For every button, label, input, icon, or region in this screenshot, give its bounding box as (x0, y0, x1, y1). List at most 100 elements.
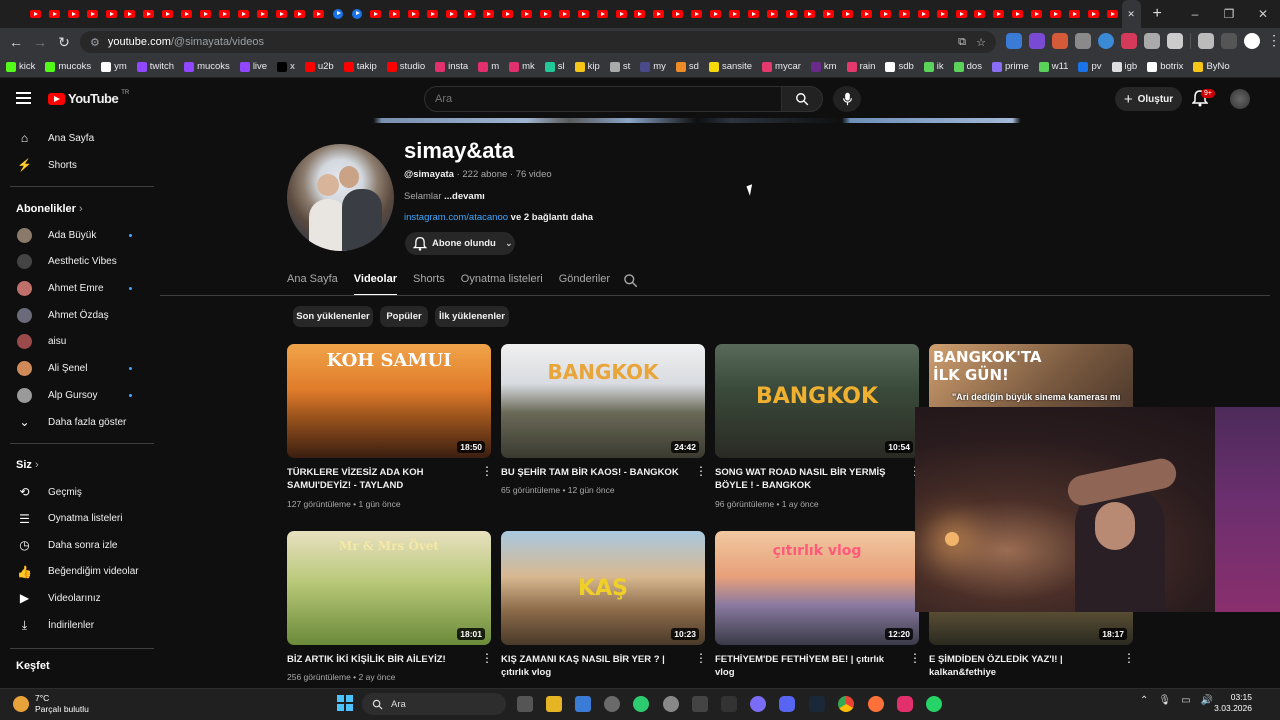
sidebar-item-subscription[interactable]: Aesthetic Vibes (0, 250, 156, 274)
bookmark-item[interactable]: ByNo (1193, 61, 1230, 72)
sort-chip[interactable]: İlk yüklenenler (435, 306, 509, 327)
video-menu-icon[interactable]: ⋮ (909, 652, 921, 664)
sidebar-item-subscription[interactable]: Ahmet Özdaş (0, 303, 156, 327)
minimize-button[interactable]: – (1178, 0, 1212, 28)
bookmark-item[interactable]: mk (509, 61, 535, 72)
sidebar-item-subscription[interactable]: Ada Büyük (0, 223, 156, 247)
browser-tab[interactable] (347, 0, 366, 28)
browser-tab[interactable] (782, 0, 801, 28)
extension-icon[interactable] (1098, 33, 1114, 49)
app-icon[interactable] (663, 696, 679, 712)
bookmark-item[interactable]: w11 (1038, 61, 1068, 72)
bookmark-item[interactable]: studio (386, 61, 425, 72)
close-tab-icon[interactable]: ✕ (1127, 9, 1135, 20)
browser-tab[interactable] (234, 0, 253, 28)
browser-tab[interactable] (1046, 0, 1065, 28)
bookmark-item[interactable]: ym (101, 61, 127, 72)
browser-tab[interactable] (857, 0, 876, 28)
site-info-icon[interactable]: ⚙ (90, 36, 100, 49)
channel-tab[interactable]: Ana Sayfa (287, 268, 338, 296)
sidebar-item-subscription[interactable]: aisu (0, 330, 156, 354)
bookmark-item[interactable]: live (239, 61, 267, 72)
bookmark-item[interactable]: mucoks (45, 61, 91, 72)
video-menu-icon[interactable]: ⋮ (1123, 652, 1135, 664)
bookmark-item[interactable]: prime (991, 61, 1029, 72)
store-icon[interactable] (575, 696, 591, 712)
browser-tab[interactable] (612, 0, 631, 28)
video-title[interactable]: TÜRKLERE VİZESİZ ADA KOH SAMUI'DEYİZ! - … (287, 466, 472, 492)
browser-tab[interactable] (989, 0, 1008, 28)
file-explorer-icon[interactable] (546, 696, 562, 712)
channel-tab[interactable]: Videolar (353, 268, 398, 296)
bookmark-item[interactable]: rain (846, 61, 875, 72)
browser-tab[interactable] (45, 0, 64, 28)
bookmark-item[interactable]: twitch (136, 61, 174, 72)
video-card[interactable]: BANGKOK 10:54 SONG WAT ROAD NASIL BİR YERM… (715, 344, 921, 509)
extension-icon[interactable] (1052, 33, 1068, 49)
firefox-icon[interactable] (868, 696, 884, 712)
video-title[interactable]: E ŞİMDİDEN ÖZLEDİK YAZ'I! | kalkan&fethi… (929, 653, 1114, 679)
browser-tab[interactable] (196, 0, 215, 28)
sidebar-item-home[interactable]: ⌂ Ana Sayfa (0, 126, 156, 150)
bookmark-item[interactable]: km (810, 61, 837, 72)
bookmark-item[interactable]: sl (544, 61, 565, 72)
sidebar-item-you[interactable]: ☰ Oynatma listeleri (0, 507, 156, 531)
channel-tab[interactable]: Gönderiler (559, 268, 610, 296)
weather-widget[interactable]: 7°C Parçalı bulutlu (13, 693, 89, 715)
bookmark-item[interactable]: kip (574, 61, 600, 72)
bookmark-item[interactable]: sansite (708, 61, 752, 72)
browser-tab[interactable] (555, 0, 574, 28)
search-input[interactable] (435, 93, 781, 105)
chevron-up-icon[interactable]: ⌃ (1140, 695, 1148, 706)
bookmark-item[interactable]: x (277, 61, 295, 72)
browser-tab[interactable] (102, 0, 121, 28)
sidebar-item-subscription[interactable]: Ali Şenel (0, 357, 156, 381)
browser-tab[interactable] (272, 0, 291, 28)
account-avatar[interactable] (1230, 89, 1250, 109)
video-menu-icon[interactable]: ⋮ (695, 465, 707, 477)
show-more-button[interactable]: ⌄ Daha fazla göster (0, 410, 156, 434)
new-tab-button[interactable]: + (1153, 5, 1162, 23)
browser-tab[interactable] (366, 0, 385, 28)
browser-tab[interactable] (838, 0, 857, 28)
create-button[interactable]: + Oluştur (1115, 87, 1182, 111)
extension-icon[interactable] (1144, 33, 1160, 49)
browser-tab[interactable] (668, 0, 687, 28)
browser-tab[interactable] (649, 0, 668, 28)
sidebar-item-you[interactable]: ◷ Daha sonra izle (0, 533, 156, 557)
discord-icon[interactable] (779, 696, 795, 712)
browser-tab[interactable] (442, 0, 461, 28)
guide-menu-icon[interactable] (16, 92, 31, 104)
instagram-icon[interactable] (897, 696, 913, 712)
sidebar-toggle-icon[interactable] (1221, 33, 1237, 49)
youtube-logo[interactable]: YouTube TR (48, 90, 129, 106)
url-field[interactable]: ⚙ youtube.com/@simayata/videos ⧉ ☆ (80, 31, 996, 53)
browser-tab[interactable] (706, 0, 725, 28)
sidebar-item-subscription[interactable]: Alp Gursoy (0, 383, 156, 407)
sidebar-item-subscription[interactable]: Ahmet Emre (0, 276, 156, 300)
browser-tab[interactable] (895, 0, 914, 28)
video-thumbnail[interactable]: KAŞ 10:23 (501, 531, 705, 645)
whatsapp-icon[interactable] (926, 696, 942, 712)
windows-start-button[interactable] (337, 695, 353, 711)
browser-tab[interactable] (1065, 0, 1084, 28)
browser-tab[interactable] (536, 0, 555, 28)
browser-tab[interactable] (744, 0, 763, 28)
video-card[interactable]: Mr & Mrs Övet 18:01 BİZ ARTIK İKİ KİŞİLİK … (287, 531, 493, 682)
bookmark-item[interactable]: igb (1111, 61, 1137, 72)
bookmark-item[interactable]: sd (675, 61, 699, 72)
bookmark-item[interactable]: insta (435, 61, 468, 72)
browser-tab[interactable] (933, 0, 952, 28)
chrome-menu-icon[interactable]: ⋮ (1267, 33, 1280, 49)
sidebar-item-you[interactable]: ⟲ Geçmiş (0, 480, 156, 504)
reload-button[interactable]: ↻ (52, 34, 76, 51)
extensions-puzzle-icon[interactable] (1167, 33, 1183, 49)
back-button[interactable]: ← (4, 34, 28, 50)
browser-tab[interactable] (290, 0, 309, 28)
bookmark-item[interactable]: pv (1078, 61, 1102, 72)
browser-tab[interactable] (479, 0, 498, 28)
extension-icon[interactable] (1006, 33, 1022, 49)
video-thumbnail[interactable]: çıtırlık vlog 12:20 (715, 531, 919, 645)
channel-tab[interactable]: Shorts (413, 268, 445, 296)
bookmark-item[interactable]: sdb (885, 61, 914, 72)
